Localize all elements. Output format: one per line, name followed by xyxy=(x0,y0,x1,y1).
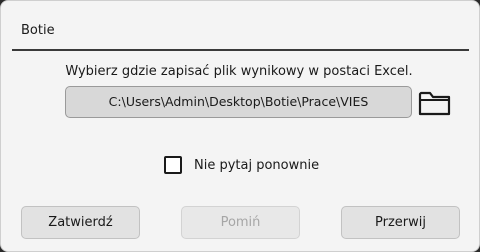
abort-button[interactable]: Przerwij xyxy=(341,206,460,239)
output-path-field[interactable]: C:\Users\Admin\Desktop\Botie\Prace\VIES xyxy=(65,86,412,118)
dont-ask-again-row[interactable]: Nie pytaj ponownie xyxy=(164,156,319,174)
title-divider xyxy=(12,49,469,51)
skip-button[interactable]: Pomiń xyxy=(181,206,300,239)
dialog-title: Botie xyxy=(21,23,55,38)
browse-folder-button[interactable] xyxy=(417,88,453,118)
save-location-dialog: Botie Wybierz gdzie zapisać plik wynikow… xyxy=(0,0,480,252)
dont-ask-again-checkbox[interactable] xyxy=(164,156,182,174)
folder-icon xyxy=(418,91,451,116)
dont-ask-again-label: Nie pytaj ponownie xyxy=(194,157,320,173)
prompt-text: Wybierz gdzie zapisać plik wynikowy w po… xyxy=(65,64,413,79)
confirm-button[interactable]: Zatwierdź xyxy=(21,206,140,239)
